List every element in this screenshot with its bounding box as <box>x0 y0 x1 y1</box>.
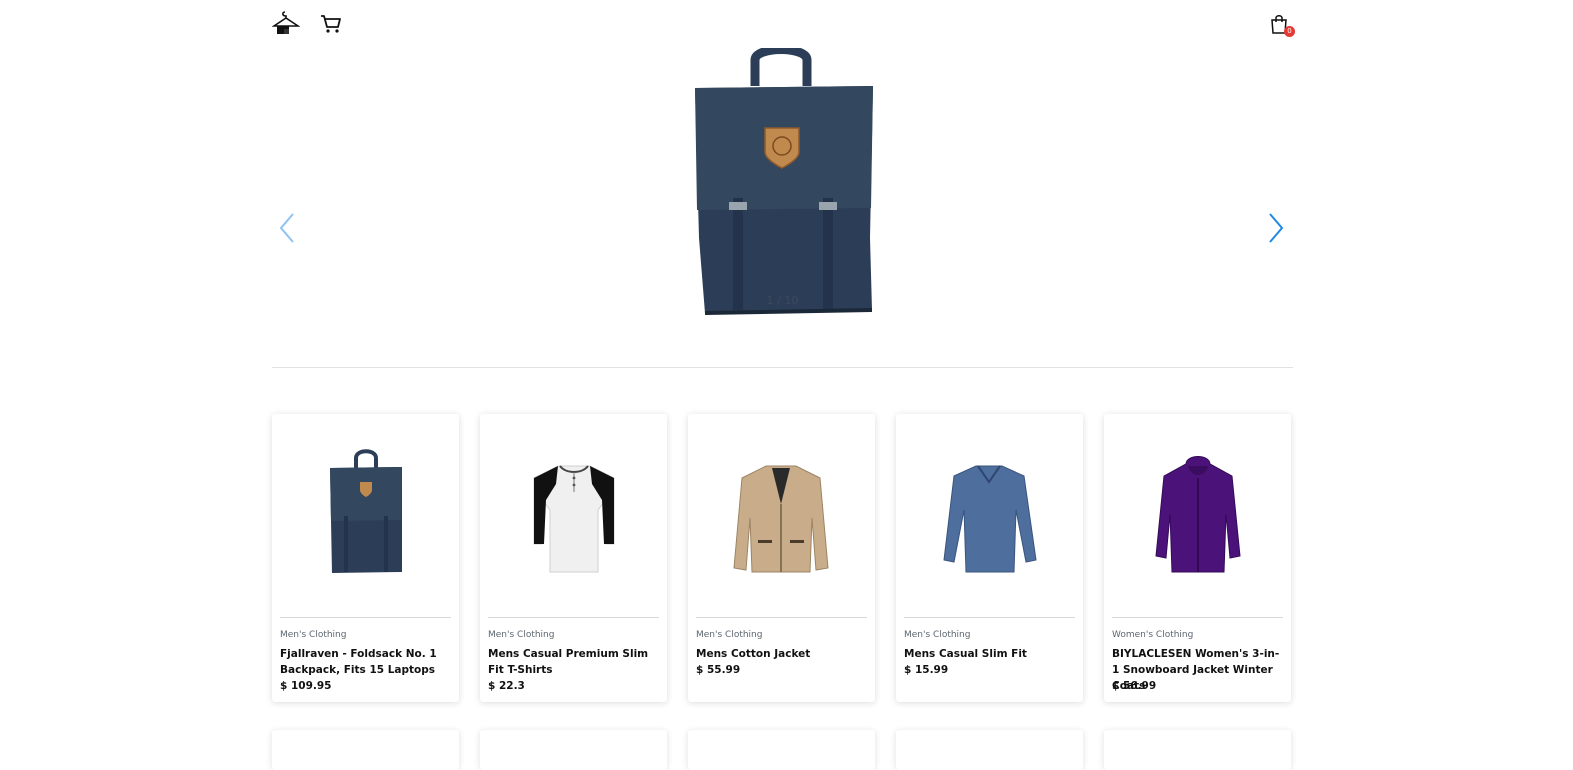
winter-jacket-product-image <box>1155 456 1241 573</box>
card-divider <box>1112 617 1283 618</box>
product-card-partial[interactable] <box>688 730 875 770</box>
carousel-counter: 1 / 10 <box>766 294 799 307</box>
product-card-partial[interactable] <box>480 730 667 770</box>
shopping-cart-icon[interactable] <box>320 13 342 35</box>
product-card[interactable]: Men's Clothing Mens Casual Premium Slim … <box>480 414 667 702</box>
logo-hanger-icon[interactable] <box>272 10 300 38</box>
card-divider <box>904 617 1075 618</box>
card-divider <box>696 617 867 618</box>
product-price: $ 109.95 <box>280 680 332 692</box>
card-divider <box>488 617 659 618</box>
chevron-right-icon[interactable] <box>1267 212 1285 244</box>
product-card[interactable]: Women's Clothing BIYLACLESEN Women's 3-i… <box>1104 414 1291 702</box>
product-card-partial[interactable] <box>1104 730 1291 770</box>
product-card[interactable]: Men's Clothing Mens Casual Slim Fit $ 15… <box>896 414 1083 702</box>
product-title[interactable]: Fjallraven - Foldsack No. 1 Backpack, Fi… <box>280 646 453 678</box>
page: 0 1 / 10 Men's Clothing Fjallraven - Fol… <box>272 0 1295 702</box>
chevron-left-icon[interactable] <box>278 212 296 244</box>
product-card[interactable]: Men's Clothing Fjallraven - Foldsack No.… <box>272 414 459 702</box>
raglan-shirt-product-image <box>533 465 615 573</box>
product-card-partial[interactable] <box>272 730 459 770</box>
product-category: Women's Clothing <box>1112 630 1194 640</box>
product-category: Men's Clothing <box>280 630 347 640</box>
product-card-partial[interactable] <box>896 730 1083 770</box>
product-category: Men's Clothing <box>904 630 971 640</box>
product-title[interactable]: Mens Cotton Jacket <box>696 646 869 662</box>
product-title[interactable]: Mens Casual Slim Fit <box>904 646 1077 662</box>
product-category: Men's Clothing <box>488 630 555 640</box>
product-card[interactable]: Men's Clothing Mens Cotton Jacket $ 55.9… <box>688 414 875 702</box>
long-sleeve-shirt-product-image <box>943 465 1037 573</box>
cotton-jacket-product-image <box>733 465 829 573</box>
cart-count-badge: 0 <box>1284 26 1295 37</box>
product-price: $ 56.99 <box>1112 680 1157 692</box>
carousel-slide-image <box>695 48 873 315</box>
section-divider <box>272 367 1293 368</box>
product-price: $ 22.3 <box>488 680 525 692</box>
backpack-product-image <box>330 449 402 573</box>
top-nav: 0 <box>272 0 1295 48</box>
product-price: $ 15.99 <box>904 664 949 676</box>
card-divider <box>280 617 451 618</box>
product-carousel: 1 / 10 <box>272 48 1293 367</box>
product-title[interactable]: Mens Casual Premium Slim Fit T-Shirts <box>488 646 661 678</box>
product-category: Men's Clothing <box>696 630 763 640</box>
product-price: $ 55.99 <box>696 664 741 676</box>
